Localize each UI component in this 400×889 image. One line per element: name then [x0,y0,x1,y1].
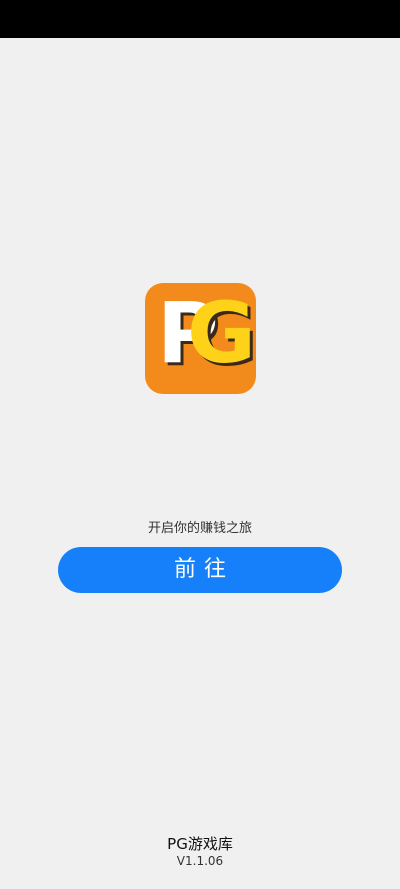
tagline: 开启你的赚钱之旅 [147,521,252,536]
status-bar [0,0,400,38]
go-button[interactable]: 前往 [58,547,342,593]
app-name: PG游戏库 [167,835,233,853]
app-version: V1.1.06 [176,854,224,868]
logo-letter-g: G [187,284,256,382]
app-logo: P G [145,283,256,394]
